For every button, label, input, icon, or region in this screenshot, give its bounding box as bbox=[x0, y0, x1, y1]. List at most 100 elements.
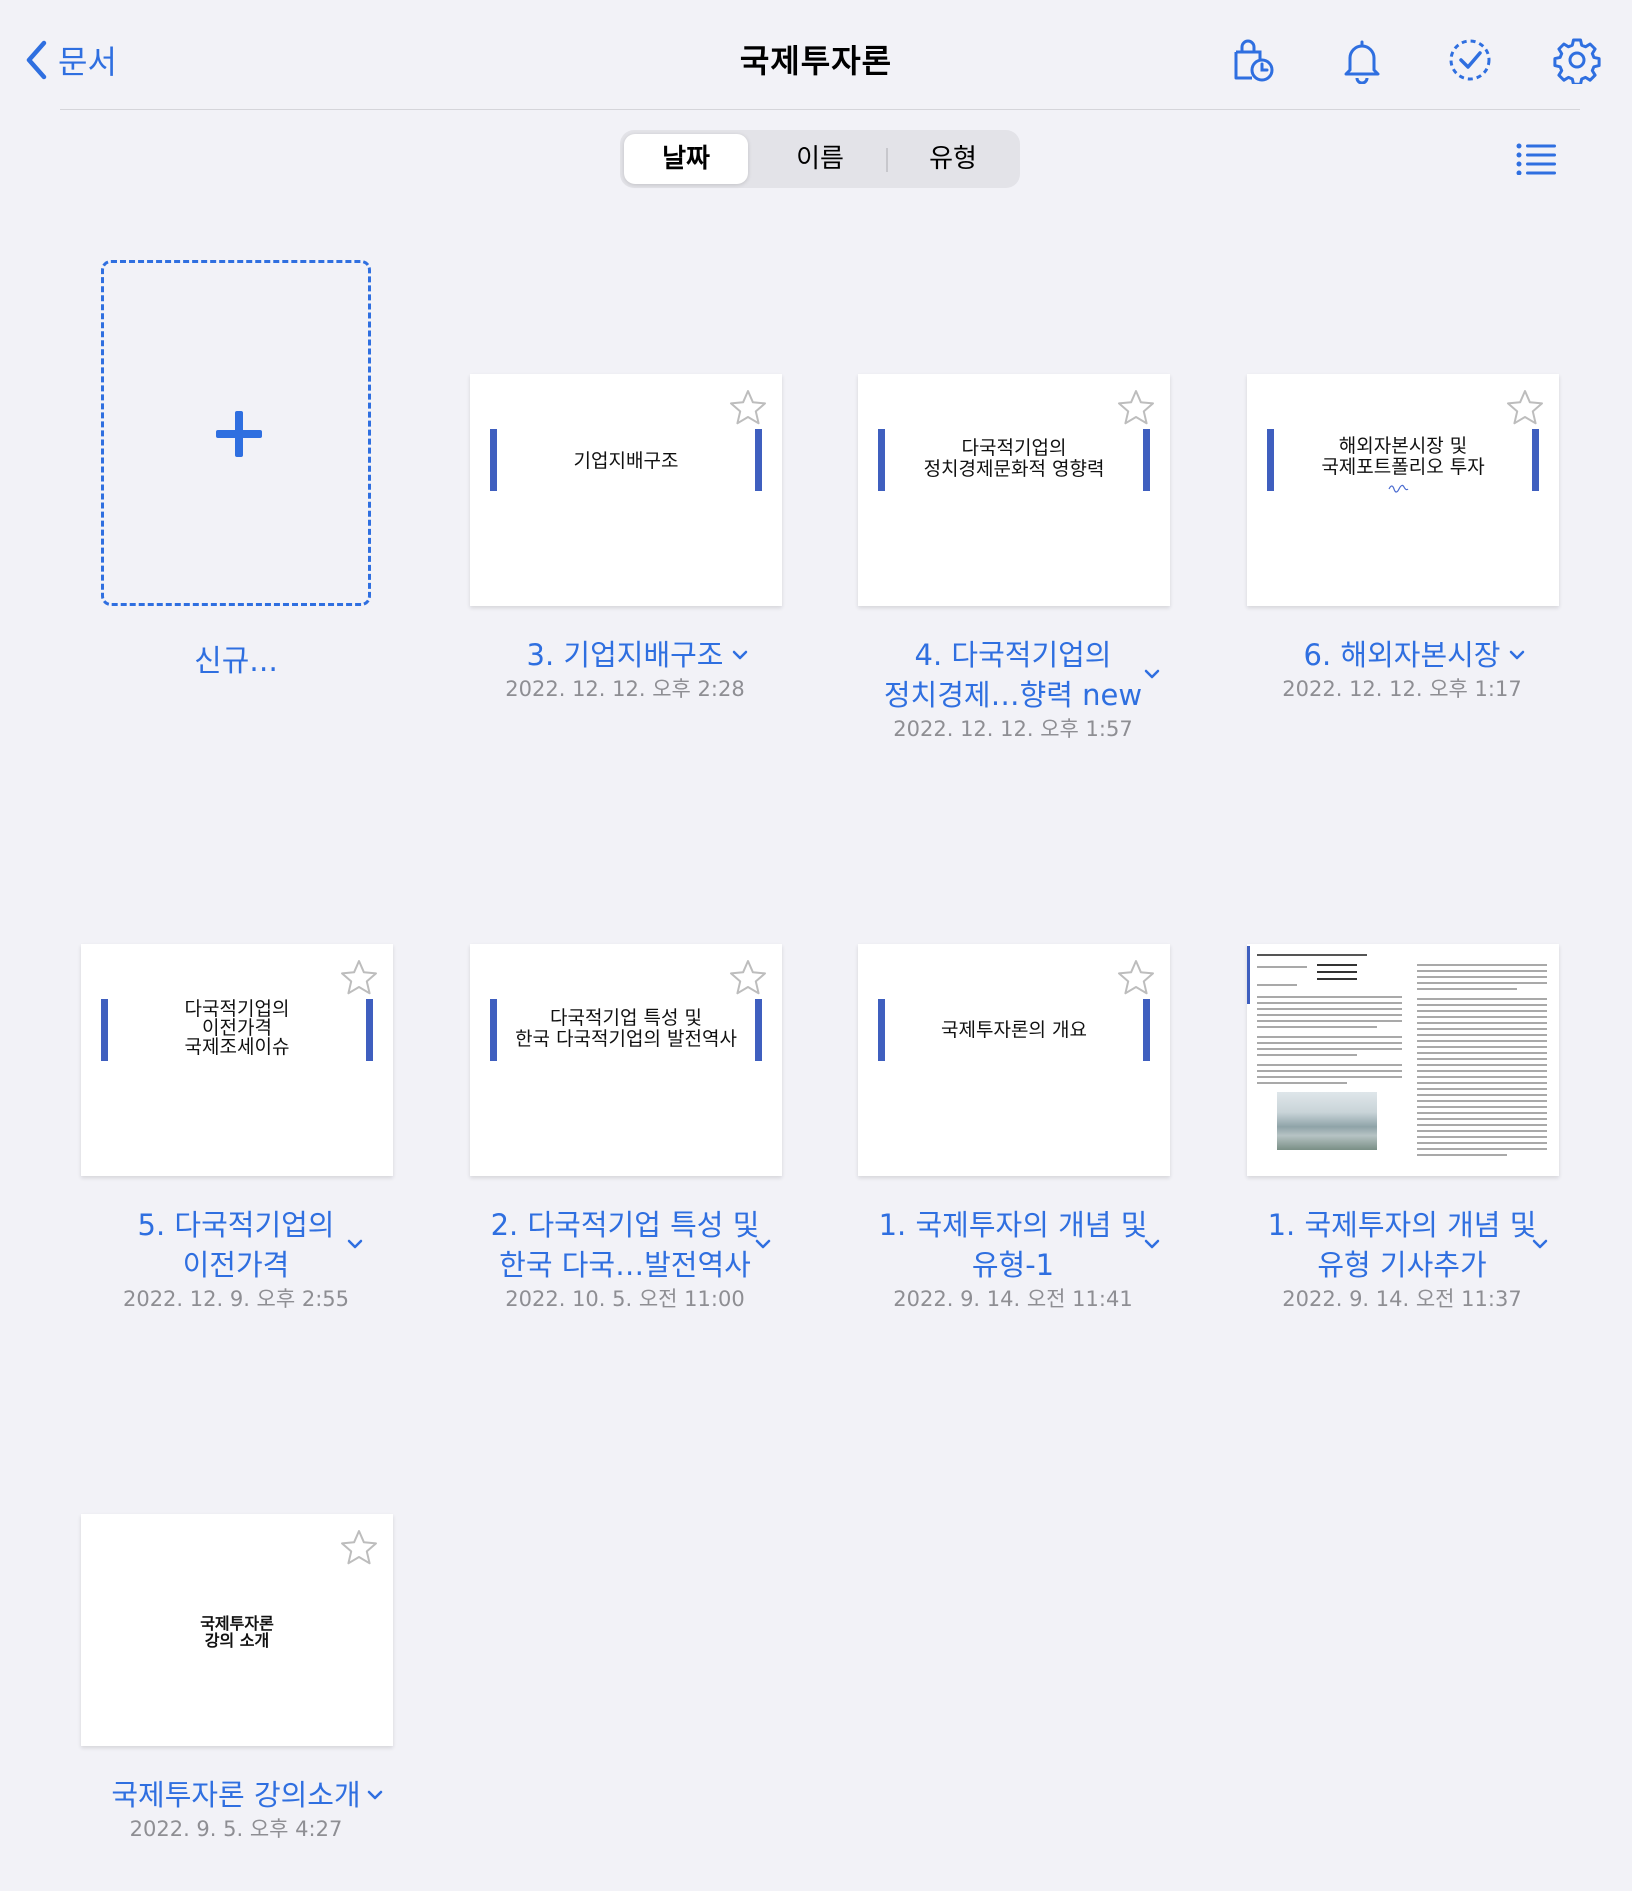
slide-title: 다국적기업의 이전가격 국제조세이슈 bbox=[117, 1000, 357, 1057]
slide-title-line: 국제포트폴리오 투자 bbox=[1321, 456, 1485, 478]
article-text bbox=[1417, 1154, 1507, 1156]
slide-accent-bar bbox=[1143, 429, 1150, 491]
article-text bbox=[1417, 1142, 1547, 1144]
star-icon[interactable] bbox=[339, 958, 379, 998]
slide-accent-bar bbox=[878, 999, 885, 1061]
star-icon[interactable] bbox=[728, 958, 768, 998]
list-view-icon[interactable] bbox=[1516, 143, 1556, 175]
document-title[interactable]: 2. 다국적기업 특성 및 한국 다국…발전역사 bbox=[460, 1205, 790, 1285]
slide-title: 해외자본시장 및 국제포트폴리오 투자 bbox=[1283, 436, 1523, 478]
document-thumbnail[interactable]: 기업지배구조 bbox=[470, 374, 782, 606]
slide-title-line: 한국 다국적기업의 발전역사 bbox=[515, 1028, 737, 1050]
document-thumbnail[interactable]: 다국적기업의 이전가격 국제조세이슈 bbox=[81, 944, 393, 1176]
slide-accent-bar bbox=[490, 429, 497, 491]
article-text bbox=[1417, 1082, 1547, 1084]
bag-clock-icon[interactable] bbox=[1228, 36, 1276, 84]
chevron-down-icon[interactable] bbox=[366, 1789, 384, 1801]
article-text bbox=[1257, 1008, 1402, 1010]
chevron-down-icon[interactable] bbox=[1143, 1238, 1161, 1250]
document-date: 2022. 12. 9. 오후 2:55 bbox=[122, 1287, 350, 1311]
slide-title-line: 정치경제문화적 영향력 bbox=[923, 458, 1105, 480]
document-title-line: 국제투자론 강의소개 bbox=[111, 1778, 361, 1812]
document-thumbnail[interactable] bbox=[1247, 944, 1559, 1176]
chevron-down-icon[interactable] bbox=[1508, 649, 1526, 661]
segment-divider bbox=[886, 148, 888, 172]
slide-accent-bar bbox=[1267, 429, 1274, 491]
article-text bbox=[1417, 1028, 1547, 1030]
document-title[interactable]: 1. 국제투자의 개념 및 유형 기사추가 bbox=[1237, 1205, 1567, 1285]
sort-by-date[interactable]: 날짜 bbox=[624, 134, 748, 184]
bell-icon[interactable] bbox=[1338, 36, 1386, 84]
slide-title: 국제투자론 강의 소개 bbox=[117, 1615, 357, 1649]
slide-accent-bar bbox=[490, 999, 497, 1061]
sort-segmented-control: 날짜 이름 유형 bbox=[620, 130, 1020, 188]
slide-title-line: 다국적기업 특성 및 bbox=[550, 1007, 702, 1029]
document-title-line: 이전가격 bbox=[182, 1248, 290, 1282]
slide-title-line: 국제조세이슈 bbox=[184, 1036, 290, 1058]
document-title-line: 1. 국제투자의 개념 및 bbox=[878, 1208, 1148, 1242]
document-title-line: 정치경제…향력 new bbox=[883, 678, 1143, 712]
slide-title-line: 기업지배구조 bbox=[573, 450, 679, 472]
article-photo bbox=[1277, 1092, 1377, 1150]
slide-accent-bar bbox=[878, 429, 885, 491]
document-title[interactable]: 4. 다국적기업의 정치경제…향력 new bbox=[848, 635, 1178, 715]
star-icon[interactable] bbox=[728, 388, 768, 428]
article-text bbox=[1417, 982, 1547, 984]
chevron-down-icon[interactable] bbox=[1143, 668, 1161, 680]
article-text bbox=[1417, 998, 1547, 1000]
star-icon[interactable] bbox=[1116, 388, 1156, 428]
article-text bbox=[1417, 1106, 1547, 1108]
slide-title: 국제투자론의 개요 bbox=[894, 1020, 1134, 1041]
document-thumbnail[interactable]: 다국적기업 특성 및 한국 다국적기업의 발전역사 bbox=[470, 944, 782, 1176]
article-text bbox=[1417, 1130, 1547, 1132]
article-text bbox=[1257, 1076, 1402, 1078]
document-title-line: 유형 기사추가 bbox=[1317, 1248, 1487, 1282]
article-text bbox=[1257, 1020, 1402, 1022]
slide-title-line: 국제투자론 bbox=[200, 1614, 274, 1633]
document-date: 2022. 9. 14. 오전 11:37 bbox=[1282, 1287, 1522, 1311]
slide-title-line: 강의 소개 bbox=[204, 1631, 270, 1650]
slide-accent-bar bbox=[101, 999, 108, 1061]
slide-accent-bar bbox=[755, 429, 762, 491]
star-icon[interactable] bbox=[1505, 388, 1545, 428]
sort-by-type[interactable]: 유형 bbox=[890, 134, 1016, 184]
chevron-down-icon[interactable] bbox=[754, 1238, 772, 1250]
check-circle-icon[interactable] bbox=[1446, 36, 1494, 84]
signature-scribble bbox=[1388, 484, 1409, 493]
slide-accent-bar bbox=[1143, 999, 1150, 1061]
article-text bbox=[1257, 1064, 1402, 1066]
slide-accent-bar bbox=[366, 999, 373, 1061]
document-title-line: 2. 다국적기업 특성 및 bbox=[490, 1208, 760, 1242]
gear-icon[interactable] bbox=[1553, 36, 1601, 84]
document-title[interactable]: 1. 국제투자의 개념 및 유형-1 bbox=[848, 1205, 1178, 1285]
chevron-down-icon[interactable] bbox=[731, 649, 749, 661]
document-thumbnail[interactable]: 국제투자론의 개요 bbox=[858, 944, 1170, 1176]
article-text bbox=[1417, 1076, 1547, 1078]
chevron-down-icon[interactable] bbox=[1531, 1238, 1549, 1250]
article-text bbox=[1417, 1100, 1547, 1102]
document-title[interactable]: 국제투자론 강의소개 bbox=[71, 1775, 401, 1815]
star-icon[interactable] bbox=[1116, 958, 1156, 998]
article-text bbox=[1257, 1054, 1357, 1056]
article-text bbox=[1257, 984, 1297, 986]
document-thumbnail[interactable]: 해외자본시장 및 국제포트폴리오 투자 bbox=[1247, 374, 1559, 606]
document-title-line: 한국 다국…발전역사 bbox=[499, 1248, 751, 1282]
article-text bbox=[1257, 1014, 1402, 1016]
slide-title: 기업지배구조 bbox=[506, 451, 746, 472]
document-thumbnail[interactable]: 다국적기업의 정치경제문화적 영향력 bbox=[858, 374, 1170, 606]
document-title-line: 4. 다국적기업의 bbox=[914, 638, 1112, 672]
new-document-tile[interactable] bbox=[101, 260, 371, 606]
page-title: 국제투자론 bbox=[739, 42, 893, 80]
article-text bbox=[1257, 954, 1367, 956]
sort-by-name[interactable]: 이름 bbox=[756, 134, 884, 184]
new-document-label[interactable]: 신규... bbox=[101, 636, 371, 680]
article-text bbox=[1417, 964, 1547, 966]
chevron-down-icon[interactable] bbox=[346, 1238, 364, 1250]
article-text bbox=[1417, 976, 1547, 978]
star-icon[interactable] bbox=[339, 1528, 379, 1568]
document-thumbnail[interactable]: 국제투자론 강의 소개 bbox=[81, 1514, 393, 1746]
article-text bbox=[1417, 1016, 1547, 1018]
article-accent-bar bbox=[1247, 946, 1250, 1004]
article-text bbox=[1257, 996, 1402, 998]
article-text bbox=[1417, 1148, 1547, 1150]
